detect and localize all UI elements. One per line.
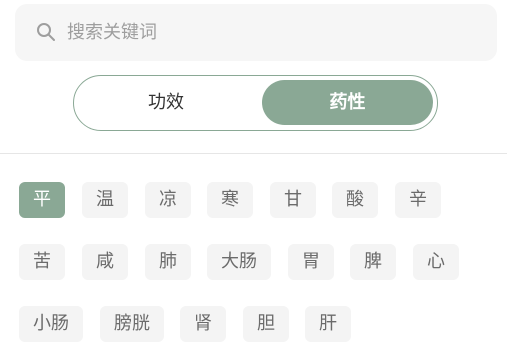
tag-gan[interactable]: 甘 bbox=[270, 182, 316, 218]
tag-xin-heart[interactable]: 心 bbox=[413, 244, 459, 280]
category-toggle[interactable]: 功效 药性 bbox=[73, 75, 438, 131]
tag-shen[interactable]: 肾 bbox=[180, 306, 226, 342]
tag-pangguang[interactable]: 膀胱 bbox=[100, 306, 164, 342]
tag-han[interactable]: 寒 bbox=[207, 182, 253, 218]
search-input[interactable] bbox=[67, 4, 467, 61]
tag-xin[interactable]: 辛 bbox=[395, 182, 441, 218]
tag-liang[interactable]: 凉 bbox=[145, 182, 191, 218]
tag-xiaochang[interactable]: 小肠 bbox=[19, 306, 83, 342]
tag-dan[interactable]: 胆 bbox=[243, 306, 289, 342]
search-icon bbox=[37, 23, 55, 41]
tag-pi[interactable]: 脾 bbox=[350, 244, 396, 280]
tag-ku[interactable]: 苦 bbox=[19, 244, 65, 280]
tag-ping[interactable]: 平 bbox=[19, 182, 65, 218]
toggle-properties[interactable]: 药性 bbox=[262, 80, 433, 125]
toggle-efficacy[interactable]: 功效 bbox=[78, 80, 254, 125]
tag-dachang[interactable]: 大肠 bbox=[207, 244, 271, 280]
tag-fei[interactable]: 肺 bbox=[145, 244, 191, 280]
tag-wei[interactable]: 胃 bbox=[288, 244, 334, 280]
tag-suan[interactable]: 酸 bbox=[332, 182, 378, 218]
tag-wen[interactable]: 温 bbox=[82, 182, 128, 218]
search-bar[interactable] bbox=[15, 4, 497, 61]
tag-gan-liver[interactable]: 肝 bbox=[305, 306, 351, 342]
tag-xian[interactable]: 咸 bbox=[82, 244, 128, 280]
divider bbox=[0, 153, 507, 154]
